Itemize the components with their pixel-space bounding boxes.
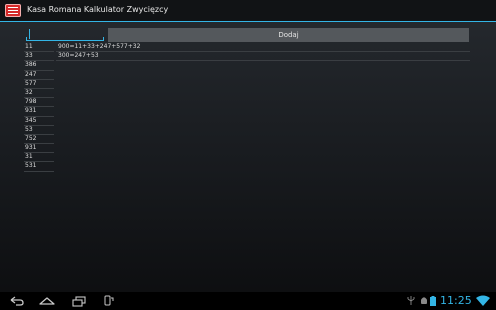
list-item[interactable]: 32 xyxy=(24,89,54,99)
add-button[interactable]: Dodaj xyxy=(108,28,469,42)
list-item[interactable]: 53 xyxy=(24,126,54,135)
number-input[interactable] xyxy=(26,28,104,41)
list-item[interactable]: 752 xyxy=(24,135,54,145)
list-item[interactable]: 247 xyxy=(24,71,54,80)
number-input-field[interactable] xyxy=(26,28,104,40)
back-icon[interactable] xyxy=(8,295,26,307)
battery-icon xyxy=(430,296,436,306)
action-bar: Kasa Romana Kalkulator Zwycięzcy xyxy=(0,0,496,22)
app-logo-icon[interactable] xyxy=(5,4,21,17)
home-icon[interactable] xyxy=(38,295,56,307)
list-item[interactable]: 577 xyxy=(24,80,54,89)
list-item[interactable]: 11 xyxy=(24,43,54,53)
result-item[interactable]: 900=11+33+247+577+32 xyxy=(56,43,470,53)
wifi-icon xyxy=(476,295,490,306)
list-item[interactable]: 345 xyxy=(24,117,54,126)
app-screen: Kasa Romana Kalkulator Zwycięzcy Dodaj 1… xyxy=(0,0,496,310)
result-item[interactable]: 300=247+53 xyxy=(56,52,470,62)
list-item[interactable]: 931 xyxy=(24,107,54,117)
list-item[interactable]: 931 xyxy=(24,144,54,154)
usb-debug-icon xyxy=(407,296,415,305)
results-list[interactable]: 900=11+33+247+577+32 300=247+53 xyxy=(56,43,470,62)
android-icon xyxy=(421,297,427,304)
list-item[interactable]: 386 xyxy=(24,61,54,71)
screenshot-icon[interactable] xyxy=(100,295,118,307)
list-item[interactable]: 31 xyxy=(24,153,54,163)
list-item[interactable]: 798 xyxy=(24,98,54,108)
numbers-list[interactable]: 11 33 386 247 577 32 798 931 345 53 752 … xyxy=(24,43,54,172)
list-item[interactable]: 531 xyxy=(24,162,54,172)
system-nav-bar: 11:25 xyxy=(0,292,496,310)
app-title: Kasa Romana Kalkulator Zwycięzcy xyxy=(27,5,169,14)
status-clock[interactable]: 11:25 xyxy=(440,294,472,307)
list-item[interactable]: 33 xyxy=(24,52,54,62)
recent-apps-icon[interactable] xyxy=(70,295,88,307)
